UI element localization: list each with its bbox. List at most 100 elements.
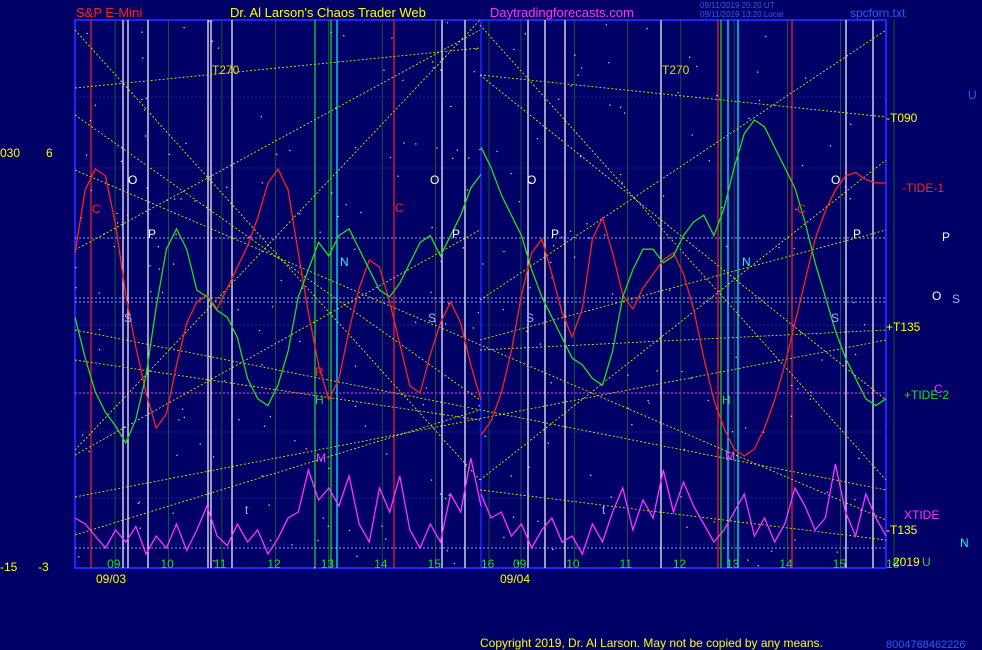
star-dot xyxy=(588,237,591,239)
star-dot xyxy=(402,79,404,82)
right-label-tide2: +TIDE-2 xyxy=(904,388,950,402)
star-dot xyxy=(268,504,270,506)
star-dot xyxy=(524,33,527,35)
star-dot xyxy=(157,246,159,248)
star-dot xyxy=(322,517,324,519)
star-dot xyxy=(793,247,795,250)
star-dot xyxy=(212,456,215,458)
star-dot xyxy=(172,263,175,265)
star-dot xyxy=(280,279,282,282)
star-dot xyxy=(809,398,812,400)
star-dot xyxy=(569,230,572,232)
star-dot xyxy=(844,186,847,188)
star-dot xyxy=(570,85,572,87)
star-dot xyxy=(517,562,519,564)
star-dot xyxy=(713,521,715,523)
star-dot xyxy=(141,98,143,101)
star-dot xyxy=(821,359,823,361)
star-dot xyxy=(579,155,582,158)
star-dot xyxy=(147,213,149,215)
star-dot xyxy=(385,538,387,540)
star-dot xyxy=(440,69,442,71)
star-dot xyxy=(790,415,792,417)
star-dot xyxy=(778,246,780,249)
star-dot xyxy=(689,56,691,58)
star-dot xyxy=(431,226,433,229)
star-dot xyxy=(829,145,831,147)
star-dot xyxy=(748,117,750,120)
star-dot xyxy=(475,48,477,50)
star-dot xyxy=(690,377,692,380)
event-marker-C: C xyxy=(92,202,101,216)
star-dot xyxy=(496,150,498,153)
star-dot xyxy=(529,287,531,289)
star-dot xyxy=(401,299,403,301)
event-marker-P: P xyxy=(452,227,460,241)
generated-time-2: 09/11/2019 13:20 Local xyxy=(700,10,784,19)
hour-tick-label: 14 xyxy=(374,557,388,571)
right-label-year: 2019 xyxy=(893,555,920,569)
star-dot xyxy=(528,466,530,468)
star-dot xyxy=(430,291,432,293)
star-dot xyxy=(403,142,405,144)
star-dot xyxy=(121,160,123,163)
hour-tick-label: 15 xyxy=(428,557,442,571)
star-dot xyxy=(683,448,686,451)
star-dot xyxy=(299,340,301,343)
star-dot xyxy=(552,548,554,550)
star-dot xyxy=(677,92,679,94)
hour-tick-label: 14 xyxy=(779,557,793,571)
star-dot xyxy=(422,404,425,406)
star-dot xyxy=(619,173,622,176)
star-dot xyxy=(518,201,520,203)
star-dot xyxy=(448,494,450,496)
star-dot xyxy=(337,215,339,218)
star-dot xyxy=(298,213,301,215)
star-dot xyxy=(558,98,560,100)
star-dot xyxy=(208,20,210,22)
star-dot xyxy=(758,99,761,102)
star-dot xyxy=(98,292,100,294)
star-dot xyxy=(269,415,271,418)
star-dot xyxy=(646,28,648,30)
left-scale-top-b: 6 xyxy=(46,146,53,160)
star-dot xyxy=(432,67,435,69)
star-dot xyxy=(453,562,455,565)
star-dot xyxy=(747,559,749,561)
star-dot xyxy=(90,189,92,192)
star-dot xyxy=(261,182,264,184)
star-dot xyxy=(181,408,184,410)
star-dot xyxy=(627,407,630,409)
fan-label-t270: T270 xyxy=(662,63,690,77)
star-dot xyxy=(560,236,563,238)
star-dot xyxy=(858,457,860,459)
star-dot xyxy=(430,479,433,481)
hour-tick-label: 09 xyxy=(107,557,121,571)
hour-tick-label: 10 xyxy=(566,557,580,571)
right-label-o: O xyxy=(932,289,942,303)
star-dot xyxy=(513,48,515,51)
right-label-n: N xyxy=(960,536,969,550)
left-scale-bottom-a: -15 xyxy=(0,560,18,574)
star-dot xyxy=(539,343,541,345)
star-dot xyxy=(354,365,357,367)
star-dot xyxy=(98,349,101,351)
event-marker-P: P xyxy=(853,227,861,241)
event-marker-S: S xyxy=(526,311,534,325)
star-dot xyxy=(294,440,296,442)
star-dot xyxy=(725,245,728,248)
hour-tick-label: 15 xyxy=(833,557,847,571)
star-dot xyxy=(226,186,228,188)
star-dot xyxy=(86,32,88,35)
event-marker-O: O xyxy=(527,173,536,187)
star-dot xyxy=(116,222,119,224)
star-dot xyxy=(355,405,357,407)
star-dot xyxy=(536,138,539,140)
star-dot xyxy=(836,551,838,553)
fan-line xyxy=(479,24,887,481)
star-dot xyxy=(211,40,214,42)
star-dot xyxy=(547,442,549,444)
star-dot xyxy=(263,425,266,427)
star-dot xyxy=(757,565,759,567)
star-dot xyxy=(103,233,105,235)
